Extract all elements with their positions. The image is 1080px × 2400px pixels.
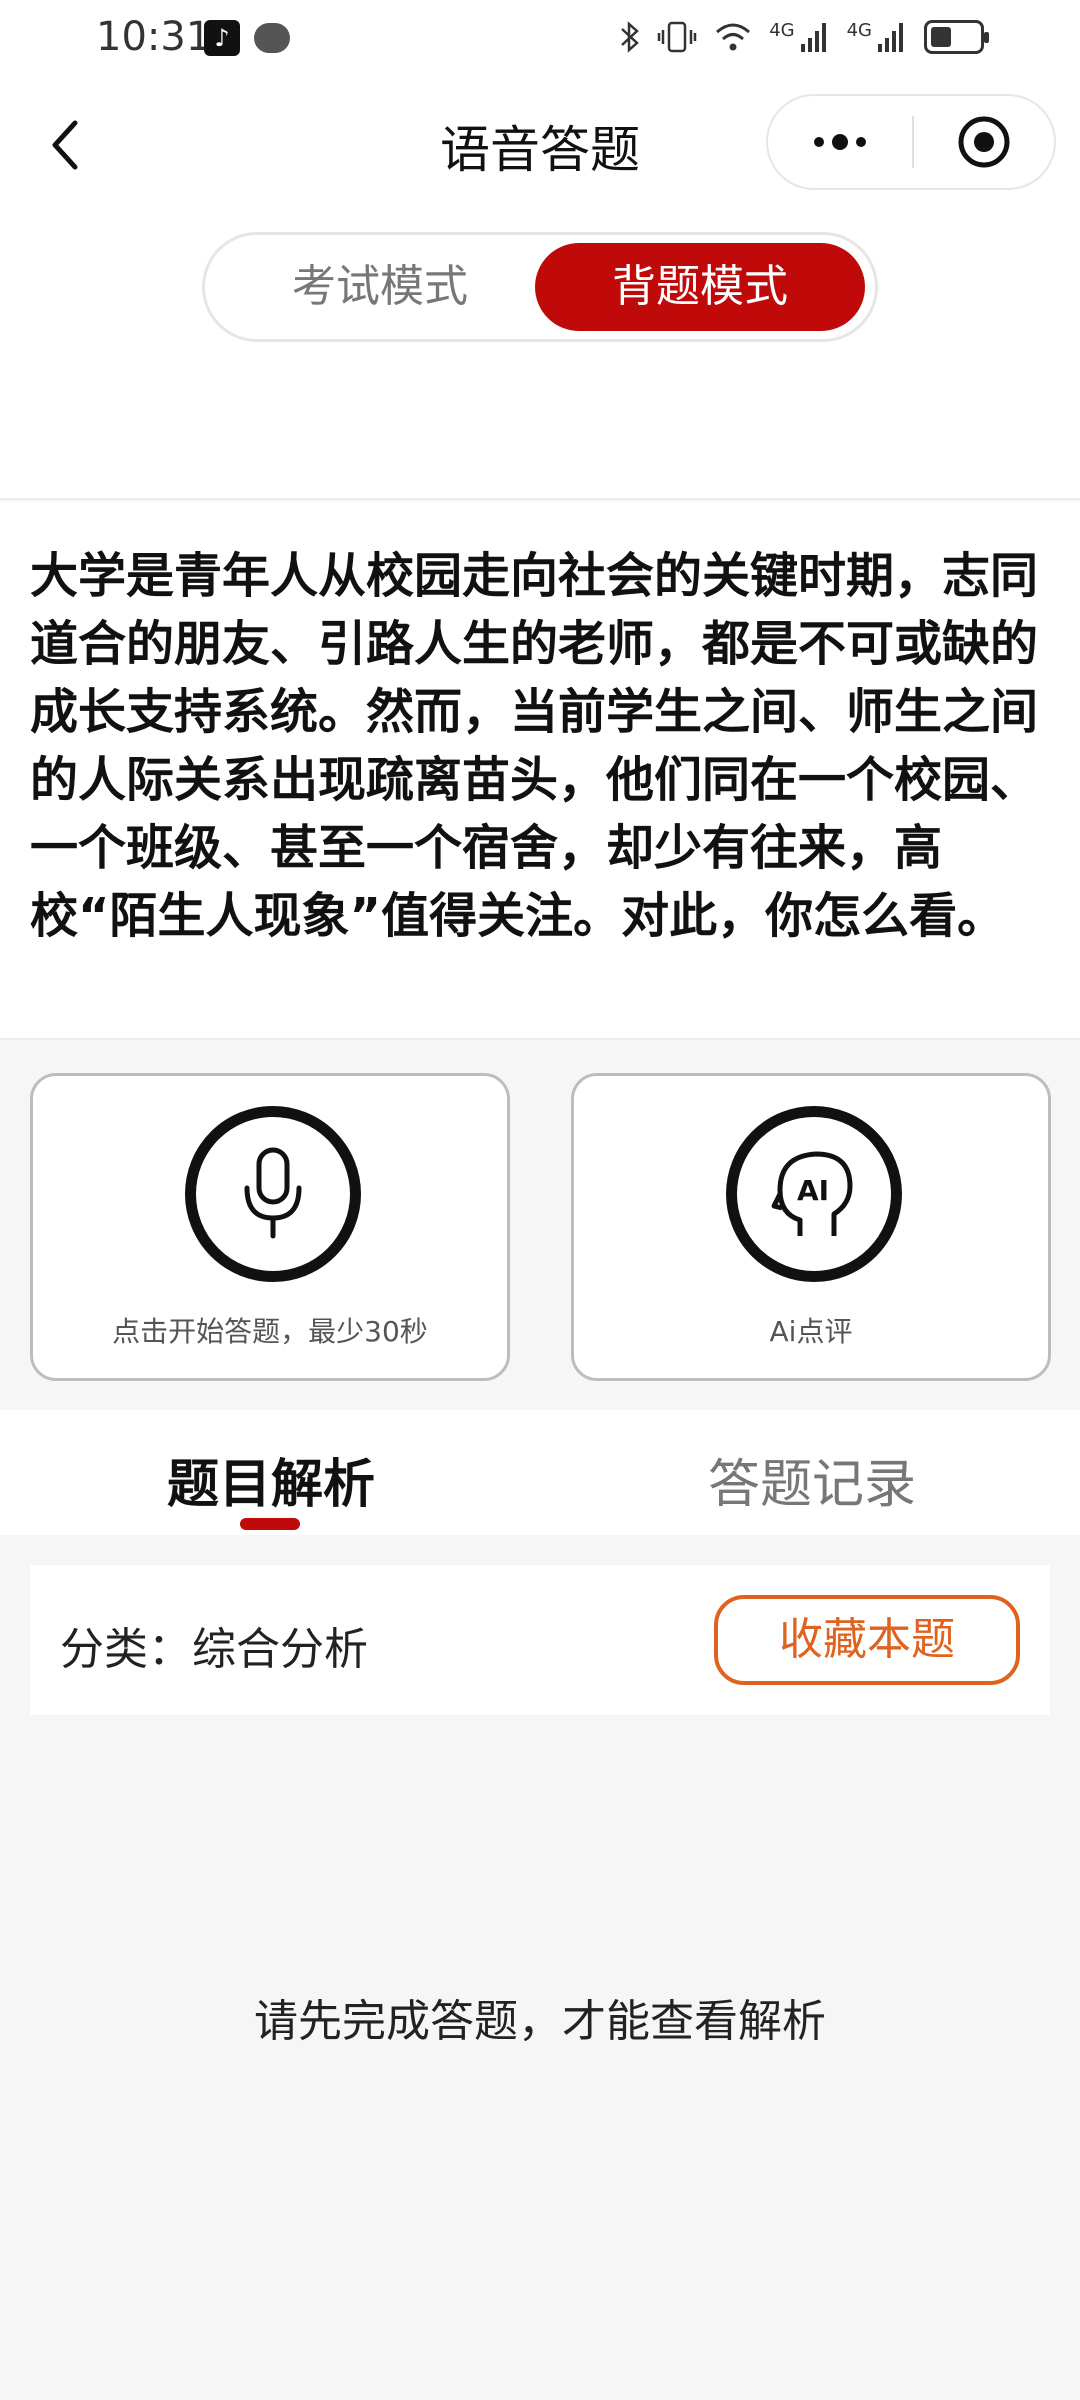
status-notification-icons: ♪ (204, 20, 290, 56)
recite-mode-button[interactable]: 背题模式 (535, 243, 865, 331)
microphone-icon (244, 1147, 302, 1239)
question-area: 大学是青年人从校园走向社会的关键时期，志同道合的朋友、引路人生的老师，都是不可或… (0, 502, 1080, 1040)
title-bar: 语音答题 (0, 80, 1080, 210)
vibrate-icon (657, 21, 697, 53)
complete-answer-notice: 请先完成答题，才能查看解析 (254, 1996, 826, 2047)
microphone-button[interactable] (185, 1106, 361, 1282)
mini-program-capsule (766, 94, 1056, 190)
analysis-tabs: 题目解析 答题记录 (0, 1410, 1080, 1535)
ai-review-card[interactable]: AI Ai点评 (571, 1073, 1051, 1381)
status-system-icons: 4G 4G (619, 20, 989, 54)
tab-answer-records[interactable]: 答题记录 (708, 1442, 916, 1517)
category-label: 分类：综合分析 (60, 1624, 368, 1675)
battery-icon (924, 20, 989, 54)
target-circle-icon (958, 116, 1010, 168)
wifi-icon (716, 23, 751, 51)
mode-toggle: 考试模式 背题模式 (202, 232, 878, 342)
active-tab-indicator (240, 1518, 300, 1530)
status-bar: 10:31 ♪ 4G 4G (0, 0, 1080, 80)
start-answer-label: 点击开始答题，最少30秒 (112, 1315, 428, 1348)
ai-review-button[interactable]: AI (726, 1106, 902, 1282)
more-button[interactable] (768, 96, 912, 188)
exam-mode-button[interactable]: 考试模式 (215, 243, 545, 331)
svg-text:AI: AI (797, 1174, 829, 1207)
bluetooth-icon (621, 21, 640, 53)
signal-icon (800, 23, 826, 52)
chat-icon (254, 23, 290, 53)
more-dots-icon (814, 137, 824, 147)
ai-head-icon: AI (771, 1151, 853, 1236)
close-mini-program-button[interactable] (914, 96, 1054, 188)
status-time: 10:31 (96, 14, 212, 60)
network-type-label: 4G (769, 20, 795, 41)
signal-icon (878, 23, 903, 52)
category-row: 分类：综合分析 收藏本题 (30, 1565, 1050, 1715)
tiktok-icon: ♪ (204, 20, 240, 56)
tab-question-analysis[interactable]: 题目解析 (167, 1442, 375, 1517)
ai-review-label: Ai点评 (769, 1315, 853, 1348)
mode-area: 考试模式 背题模式 (0, 210, 1080, 500)
start-answer-card[interactable]: 点击开始答题，最少30秒 (30, 1073, 510, 1381)
network-type-label: 4G (846, 20, 872, 41)
question-text: 大学是青年人从校园走向社会的关键时期，志同道合的朋友、引路人生的老师，都是不可或… (30, 548, 1039, 944)
collect-question-button[interactable]: 收藏本题 (714, 1595, 1020, 1685)
